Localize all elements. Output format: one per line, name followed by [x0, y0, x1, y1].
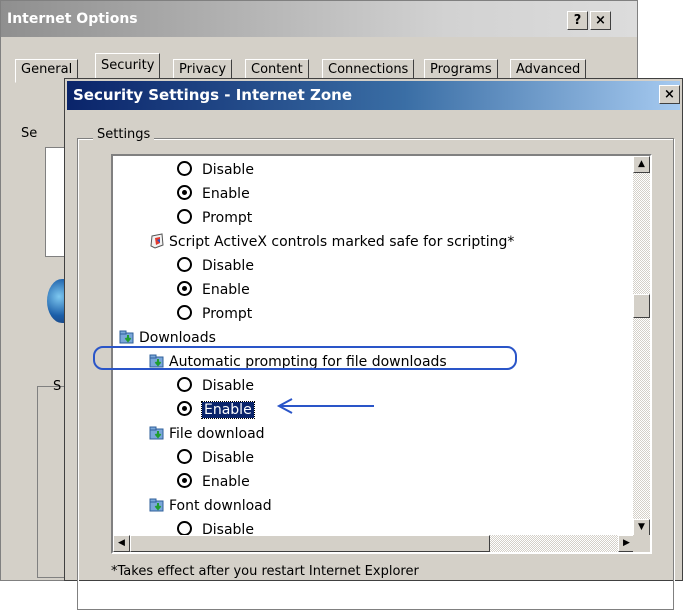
scroll-left-arrow-icon[interactable]: ◀ — [113, 535, 130, 552]
vertical-scroll-thumb[interactable] — [633, 294, 650, 318]
radio-button[interactable] — [177, 377, 192, 392]
scrollbar-corner — [633, 535, 650, 552]
internet-options-close-button[interactable]: × — [590, 11, 611, 30]
radio-button-checked[interactable] — [177, 473, 192, 488]
security-settings-title-bar: Security Settings - Internet Zone — [67, 81, 680, 110]
list-item-radio[interactable]: Enable — [177, 184, 250, 204]
internet-options-title-bar: Internet Options — [1, 1, 637, 37]
radio-button[interactable] — [177, 257, 192, 272]
radio-label: Disable — [202, 258, 254, 274]
help-button[interactable]: ? — [567, 11, 588, 30]
setting-font-download: Font download — [149, 496, 272, 516]
highlight-ring-annotation — [93, 346, 517, 370]
activex-shield-icon — [149, 233, 165, 249]
list-item-radio[interactable]: Enable — [177, 280, 250, 300]
radio-label: Enable — [202, 282, 250, 298]
setting-script-activex: Script ActiveX controls marked safe for … — [149, 232, 514, 252]
scroll-down-arrow-icon[interactable]: ▼ — [633, 519, 650, 536]
list-item-radio[interactable]: Disable — [177, 448, 254, 468]
security-settings-dialog: Security Settings - Internet Zone × Sett… — [64, 78, 683, 610]
radio-label-selected: Enable — [201, 401, 255, 419]
radio-label: Prompt — [202, 306, 253, 322]
radio-label: Disable — [202, 378, 254, 394]
download-setting-icon — [149, 425, 165, 441]
setting-label: Script ActiveX controls marked safe for … — [169, 234, 515, 250]
radio-button[interactable] — [177, 521, 192, 536]
list-item-radio[interactable]: Disable — [177, 376, 254, 396]
security-level-label: S — [53, 379, 62, 394]
downloads-folder-icon — [119, 329, 135, 345]
setting-label: File download — [169, 426, 265, 442]
radio-button-checked[interactable] — [177, 401, 192, 416]
radio-button-checked[interactable] — [177, 281, 192, 296]
vertical-scrollbar[interactable] — [633, 156, 650, 536]
settings-group-label: Settings — [93, 127, 155, 142]
pointer-arrow-annotation — [276, 398, 374, 414]
list-item-radio[interactable]: Disable — [177, 160, 254, 180]
list-item-radio[interactable]: Prompt — [177, 304, 252, 324]
download-setting-icon — [149, 497, 165, 513]
security-level-group — [37, 386, 65, 578]
setting-label: Font download — [169, 498, 272, 514]
radio-button[interactable] — [177, 305, 192, 320]
security-zone-label: Se — [21, 126, 38, 141]
security-settings-close-button[interactable]: × — [659, 85, 680, 104]
list-item-radio-selected[interactable]: Enable — [177, 400, 255, 420]
radio-button[interactable] — [177, 161, 192, 176]
security-settings-title: Security Settings - Internet Zone — [73, 86, 353, 104]
radio-label: Prompt — [202, 210, 253, 226]
list-item-radio[interactable]: Prompt — [177, 208, 252, 228]
radio-label: Disable — [202, 162, 254, 178]
radio-button-checked[interactable] — [177, 185, 192, 200]
list-item-radio[interactable]: Enable — [177, 472, 250, 492]
radio-label: Disable — [202, 450, 254, 466]
radio-button[interactable] — [177, 449, 192, 464]
scroll-up-arrow-icon[interactable]: ▲ — [633, 156, 650, 173]
restart-footnote: *Takes effect after you restart Internet… — [111, 564, 419, 579]
setting-file-download: File download — [149, 424, 265, 444]
category-label: Downloads — [139, 330, 216, 346]
internet-options-title: Internet Options — [7, 11, 138, 27]
radio-button[interactable] — [177, 209, 192, 224]
radio-label: Enable — [202, 474, 250, 490]
horizontal-scroll-thumb[interactable] — [130, 535, 490, 552]
category-downloads: Downloads — [119, 328, 216, 348]
radio-label: Enable — [202, 186, 250, 202]
list-item-radio[interactable]: Disable — [177, 256, 254, 276]
